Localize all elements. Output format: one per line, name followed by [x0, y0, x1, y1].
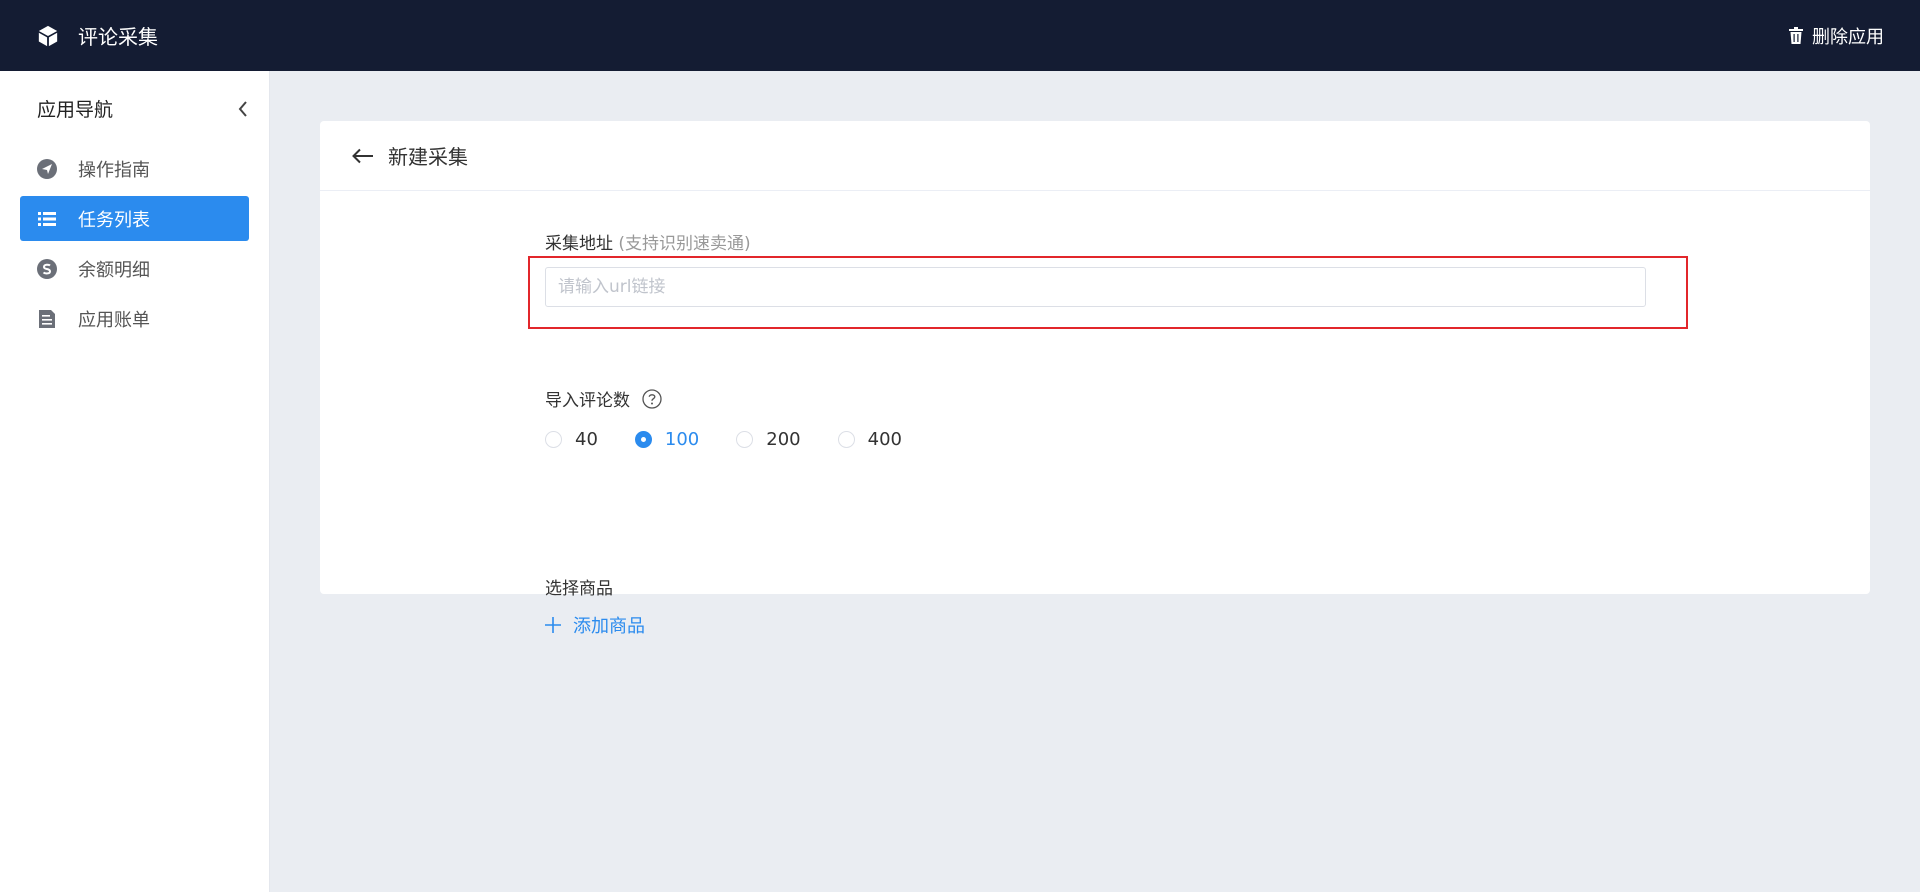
new-collection-card: 新建采集 采集地址 (支持识别速卖通) 导入评论数 40 100 [320, 121, 1870, 637]
sidebar-nav: 操作指南 任务列表 余额明细 应用账单 [0, 146, 269, 341]
comment-count-radio-group: 40 100 200 400 [545, 429, 939, 450]
radio-circle[interactable] [736, 431, 754, 448]
sidebar-item-label: 操作指南 [78, 159, 150, 181]
sidebar-item-balance[interactable]: 余额明细 [20, 246, 249, 291]
app-title: 评论采集 [78, 25, 158, 49]
radio-circle[interactable] [545, 431, 562, 448]
sidebar: 应用导航 操作指南 任务列表 余额明细 应用账单 [0, 71, 270, 892]
comment-count-label-text: 导入评论数 [545, 391, 630, 411]
sidebar-item-guide[interactable]: 操作指南 [20, 146, 249, 191]
radio-label: 200 [766, 429, 801, 450]
sidebar-item-label: 应用账单 [78, 309, 150, 331]
select-goods-label: 选择商品 [545, 579, 613, 599]
cube-icon [36, 24, 60, 48]
dollar-icon [37, 258, 57, 279]
add-goods-button[interactable]: 添加商品 [545, 612, 645, 638]
radio-circle[interactable] [837, 431, 855, 448]
back-arrow-icon[interactable] [352, 148, 374, 164]
sidebar-item-label: 任务列表 [78, 209, 150, 231]
sidebar-item-task-list[interactable]: 任务列表 [20, 196, 249, 241]
delete-app-label: 删除应用 [1812, 26, 1884, 48]
radio-circle[interactable] [634, 431, 652, 448]
top-bar: 评论采集 删除应用 [0, 0, 1920, 71]
question-icon[interactable] [642, 388, 662, 409]
brand: 评论采集 [36, 21, 158, 50]
sidebar-title: 应用导航 [37, 99, 114, 121]
url-field-label: 采集地址 (支持识别速卖通) [545, 229, 1705, 254]
sidebar-item-bill[interactable]: 应用账单 [20, 296, 249, 341]
trash-icon [1788, 27, 1804, 44]
bill-icon [37, 309, 57, 329]
radio-option-100[interactable]: 100 [634, 429, 700, 450]
delete-app-button[interactable]: 删除应用 [1788, 23, 1884, 49]
list-icon [37, 209, 57, 229]
page-title: 新建采集 [388, 145, 468, 169]
url-input[interactable] [545, 267, 1646, 307]
chevron-left-icon[interactable] [237, 100, 249, 118]
sidebar-header: 应用导航 [0, 71, 269, 146]
radio-label: 400 [867, 429, 902, 450]
comment-count-label: 导入评论数 [545, 386, 662, 411]
add-goods-label: 添加商品 [573, 616, 645, 637]
card-header: 新建采集 [320, 121, 1870, 191]
radio-label: 100 [664, 429, 700, 450]
navigation-icon [37, 158, 57, 179]
radio-option-40[interactable]: 40 [545, 429, 598, 450]
radio-option-200[interactable]: 200 [736, 429, 801, 450]
url-label-text: 采集地址 [545, 234, 613, 254]
radio-label: 40 [575, 429, 598, 450]
sidebar-item-label: 余额明细 [78, 259, 150, 281]
plus-icon [545, 617, 561, 633]
radio-option-400[interactable]: 400 [837, 429, 902, 450]
url-label-hint: (支持识别速卖通) [618, 234, 751, 254]
collection-form: 采集地址 (支持识别速卖通) 导入评论数 40 100 200 [528, 229, 1705, 637]
